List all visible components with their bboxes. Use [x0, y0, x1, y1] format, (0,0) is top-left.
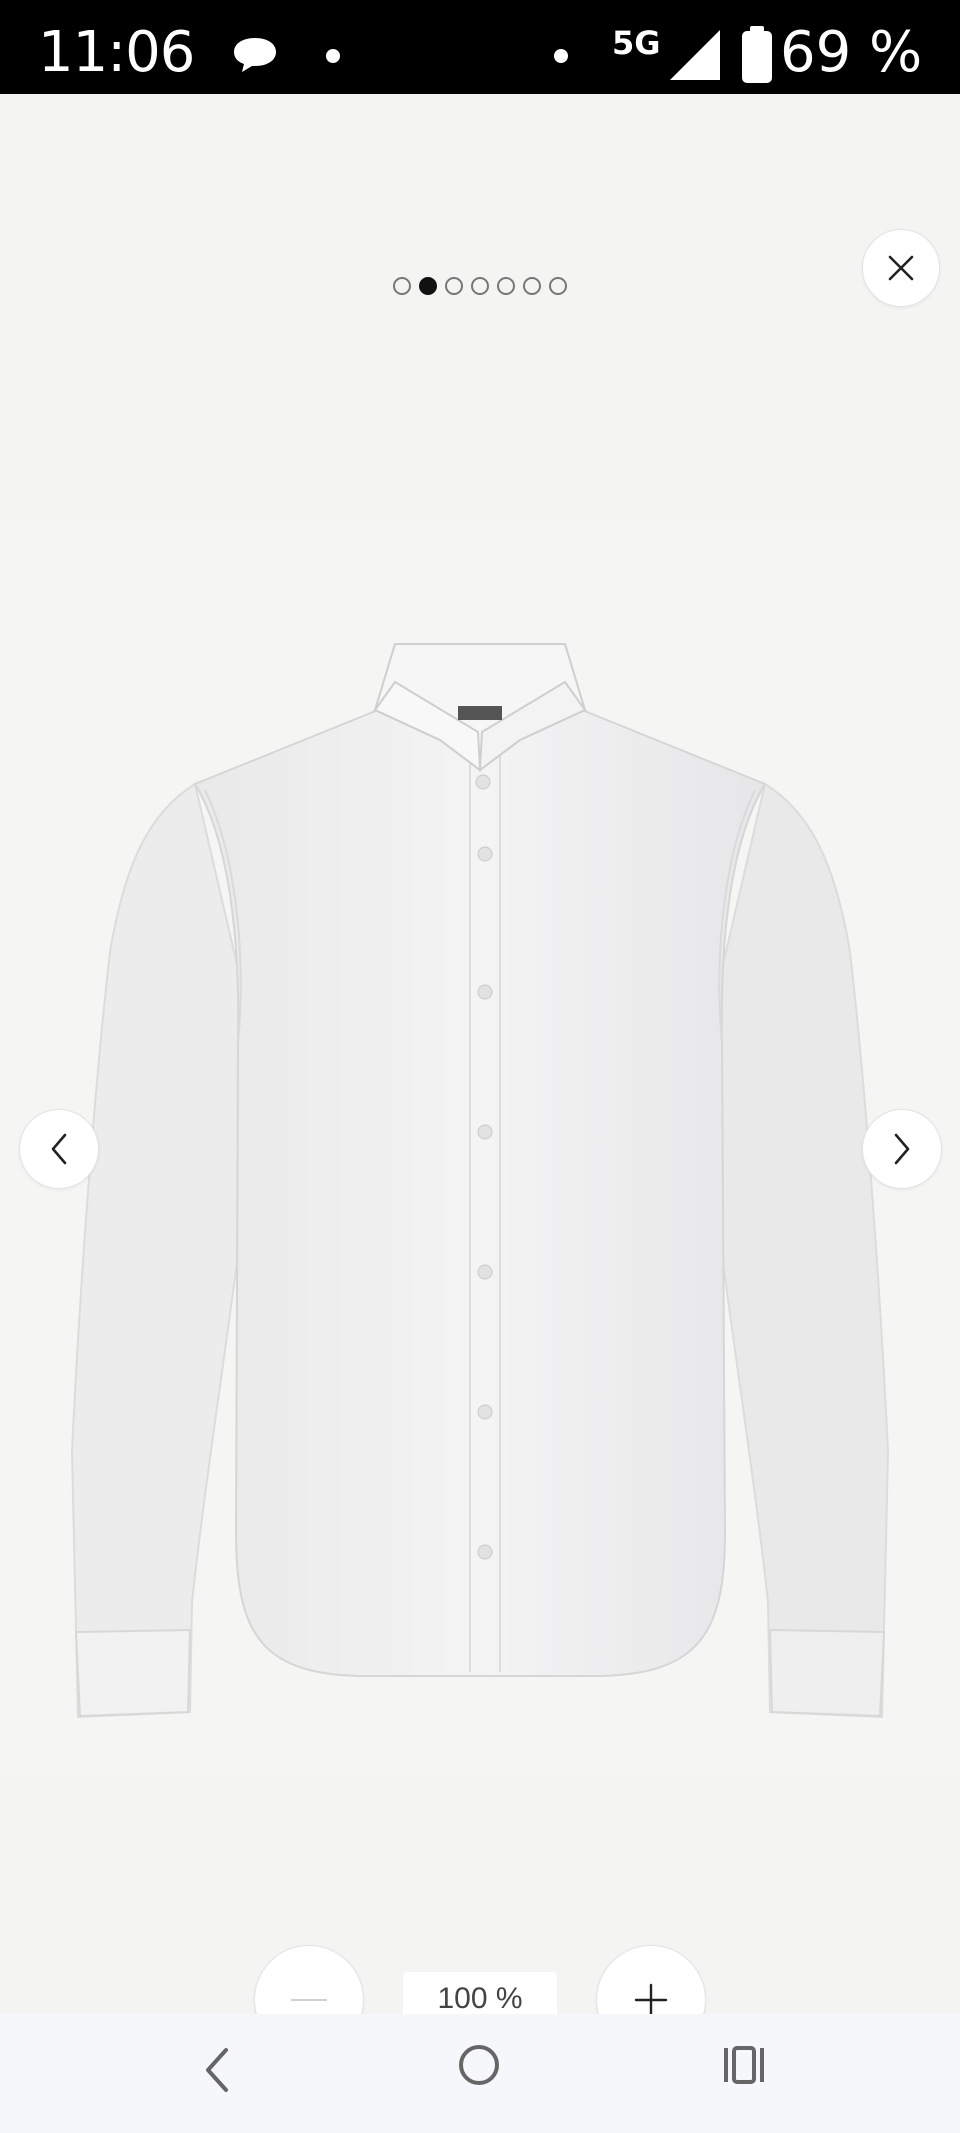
pager-dot[interactable] [497, 277, 515, 295]
pager-dot[interactable] [393, 277, 411, 295]
minus-icon [291, 1999, 327, 2001]
pager-dot[interactable] [471, 277, 489, 295]
battery-icon [742, 26, 772, 83]
image-pager [0, 277, 960, 295]
status-time: 11:06 [38, 20, 195, 85]
network-type: 5G [612, 24, 661, 62]
chevron-left-icon [51, 1133, 67, 1165]
status-bar: 11:06 5G 69 % [0, 0, 960, 94]
home-icon[interactable] [456, 2042, 502, 2088]
close-icon [888, 255, 914, 281]
shirt-image [70, 643, 890, 1719]
pager-dot[interactable] [523, 277, 541, 295]
system-nav-bar [0, 2014, 960, 2133]
battery-percent: 69 % [780, 20, 923, 85]
image-viewer: 100 % [0, 94, 960, 2055]
product-image[interactable] [0, 522, 960, 1774]
signal-icon [670, 30, 720, 80]
notification-dot-icon [554, 49, 568, 63]
close-button[interactable] [862, 229, 940, 307]
recent-apps-icon[interactable] [720, 2042, 768, 2088]
next-image-button[interactable] [862, 1109, 942, 1189]
message-bubble-icon [234, 38, 276, 72]
previous-image-button[interactable] [19, 1109, 99, 1189]
pager-dot[interactable] [419, 277, 437, 295]
plus-icon [634, 1983, 668, 2017]
pager-dot[interactable] [445, 277, 463, 295]
chevron-right-icon [894, 1133, 910, 1165]
notification-dot-icon [326, 49, 340, 63]
back-icon[interactable] [190, 2040, 242, 2100]
pager-dot[interactable] [549, 277, 567, 295]
